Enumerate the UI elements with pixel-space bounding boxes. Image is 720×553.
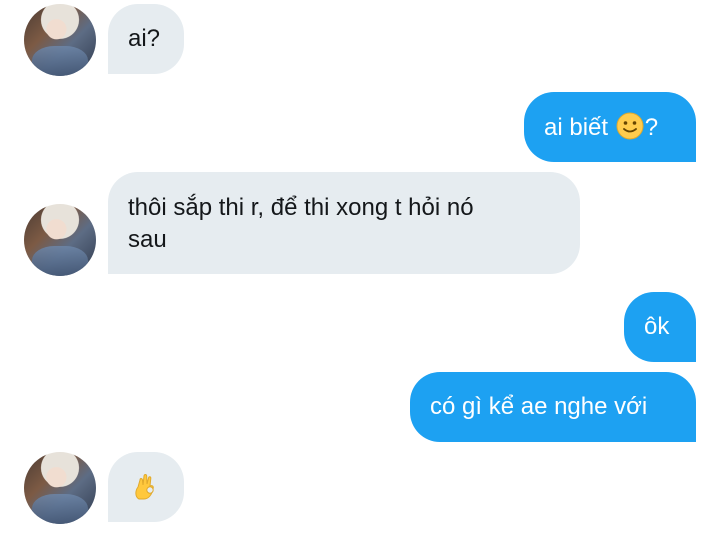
message-text: ôk: [644, 313, 670, 340]
message-text-suffix: ?: [644, 114, 659, 141]
message-text-line: thôi sắp thi r, để thi xong t hỏi nó: [128, 194, 474, 221]
avatar[interactable]: [24, 204, 96, 276]
message-bubble[interactable]: thôi sắp thi r, để thi xong t hỏi nó sau: [108, 172, 580, 274]
message-bubble[interactable]: ôk: [624, 292, 696, 362]
message-text: có gì kể ae nghe với: [430, 393, 648, 420]
ok-hand-icon: [135, 474, 154, 500]
slightly-smiling-face-icon: [616, 112, 644, 140]
message-bubble[interactable]: ai biết ?: [524, 92, 696, 162]
message-text: ai biết: [544, 114, 615, 141]
avatar[interactable]: [24, 4, 96, 76]
message-text-line: sau: [128, 226, 167, 253]
message-bubble[interactable]: có gì kể ae nghe với: [410, 372, 696, 442]
message-text: ai?: [128, 25, 161, 52]
message-bubble[interactable]: [108, 452, 184, 522]
message-bubble[interactable]: ai?: [108, 4, 184, 74]
avatar[interactable]: [24, 452, 96, 524]
